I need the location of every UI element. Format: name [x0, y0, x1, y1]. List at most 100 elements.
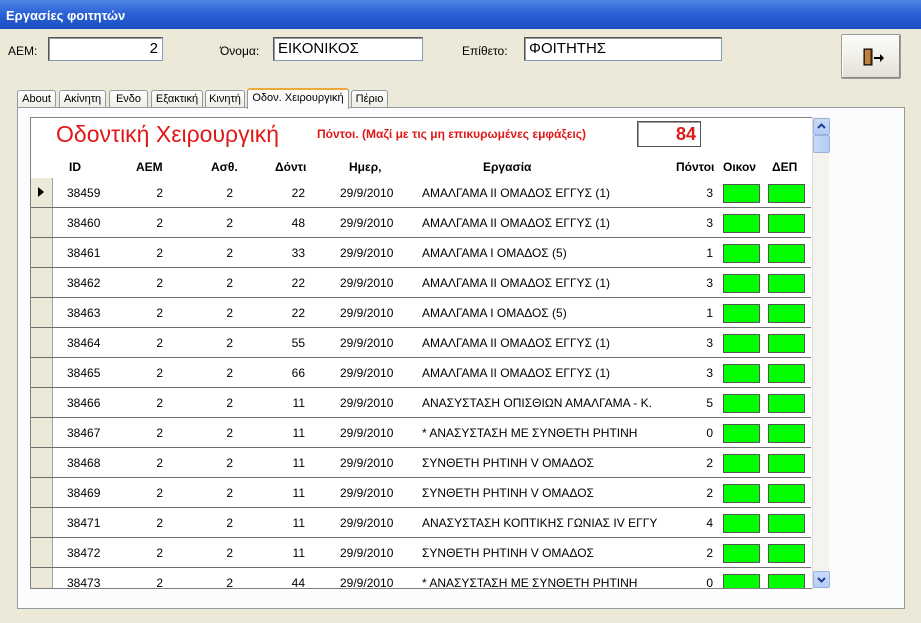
record-selector[interactable]	[31, 418, 53, 447]
cell-id[interactable]: 38460	[67, 216, 100, 230]
cell-points[interactable]: 3	[681, 186, 713, 200]
oikon-checkbox[interactable]	[723, 574, 760, 588]
cell-aem[interactable]: 2	[121, 366, 163, 380]
record-selector[interactable]	[31, 208, 53, 237]
cell-points[interactable]: 1	[681, 246, 713, 260]
cell-tooth[interactable]: 44	[263, 576, 305, 588]
cell-aem[interactable]: 2	[121, 576, 163, 588]
cell-date[interactable]: 29/9/2010	[340, 426, 393, 440]
cell-aem[interactable]: 2	[121, 246, 163, 260]
cell-points[interactable]: 3	[681, 276, 713, 290]
record-selector[interactable]	[31, 568, 53, 588]
cell-patient[interactable]: 2	[191, 546, 233, 560]
cell-aem[interactable]: 2	[121, 426, 163, 440]
table-row[interactable]: 38463 2 2 22 29/9/2010 ΑΜΑΛΓΑΜΑ Ι ΟΜΑΔΟΣ…	[31, 298, 811, 328]
cell-task[interactable]: ΑΝΑΣΥΣΤΑΣΗ ΟΠΙΣΘΙΩΝ ΑΜΑΛΓΑΜΑ - Κ.	[422, 396, 674, 410]
tab-perio[interactable]: Πέριο	[351, 90, 388, 108]
cell-date[interactable]: 29/9/2010	[340, 546, 393, 560]
cell-points[interactable]: 3	[681, 366, 713, 380]
dep-checkbox[interactable]	[768, 334, 805, 353]
cell-tooth[interactable]: 55	[263, 336, 305, 350]
table-row[interactable]: 38471 2 2 11 29/9/2010 ΑΝΑΣΥΣΤΑΣΗ ΚΟΠΤΙΚ…	[31, 508, 811, 538]
cell-id[interactable]: 38466	[67, 396, 100, 410]
tab-endo[interactable]: Ενδο	[109, 90, 148, 108]
cell-tooth[interactable]: 22	[263, 186, 305, 200]
cell-tooth[interactable]: 11	[263, 396, 305, 410]
record-selector[interactable]	[31, 448, 53, 477]
tab-exaktiki[interactable]: Εξακτική	[151, 90, 203, 108]
name-field[interactable]: ΕΙΚΟΝΙΚΟΣ	[273, 37, 423, 61]
cell-date[interactable]: 29/9/2010	[340, 366, 393, 380]
points-total-field[interactable]: 84	[637, 121, 701, 147]
cell-patient[interactable]: 2	[191, 246, 233, 260]
tab-akiniti[interactable]: Ακίνητη	[59, 90, 106, 108]
cell-aem[interactable]: 2	[121, 516, 163, 530]
cell-task[interactable]: * ΑΝΑΣΥΣΤΑΣΗ ΜΕ ΣΥΝΘΕΤΗ ΡΗΤΙΝΗ	[422, 576, 674, 588]
cell-id[interactable]: 38471	[67, 516, 100, 530]
table-row[interactable]: 38462 2 2 22 29/9/2010 ΑΜΑΛΓΑΜΑ ΙΙ ΟΜΑΔΟ…	[31, 268, 811, 298]
table-row[interactable]: 38461 2 2 33 29/9/2010 ΑΜΑΛΓΑΜΑ Ι ΟΜΑΔΟΣ…	[31, 238, 811, 268]
cell-date[interactable]: 29/9/2010	[340, 306, 393, 320]
cell-task[interactable]: ΑΜΑΛΓΑΜΑ ΙΙ ΟΜΑΔΟΣ ΕΓΓΥΣ (1)	[422, 186, 674, 200]
cell-id[interactable]: 38462	[67, 276, 100, 290]
oikon-checkbox[interactable]	[723, 394, 760, 413]
record-selector[interactable]	[31, 538, 53, 567]
cell-patient[interactable]: 2	[191, 576, 233, 588]
cell-points[interactable]: 0	[681, 426, 713, 440]
dep-checkbox[interactable]	[768, 214, 805, 233]
cell-patient[interactable]: 2	[191, 276, 233, 290]
cell-task[interactable]: ΑΝΑΣΥΣΤΑΣΗ ΚΟΠΤΙΚΗΣ ΓΩΝΙΑΣ ΙV ΕΓΓΥ	[422, 516, 674, 530]
record-selector[interactable]	[31, 268, 53, 297]
record-selector[interactable]	[31, 358, 53, 387]
cell-id[interactable]: 38472	[67, 546, 100, 560]
dep-checkbox[interactable]	[768, 454, 805, 473]
exit-button[interactable]	[841, 34, 901, 79]
record-selector[interactable]	[31, 238, 53, 267]
cell-points[interactable]: 2	[681, 546, 713, 560]
dep-checkbox[interactable]	[768, 394, 805, 413]
oikon-checkbox[interactable]	[723, 244, 760, 263]
cell-aem[interactable]: 2	[121, 216, 163, 230]
cell-id[interactable]: 38473	[67, 576, 100, 588]
oikon-checkbox[interactable]	[723, 514, 760, 533]
cell-tooth[interactable]: 11	[263, 546, 305, 560]
cell-tooth[interactable]: 11	[263, 486, 305, 500]
cell-points[interactable]: 0	[681, 576, 713, 588]
record-selector[interactable]	[31, 328, 53, 357]
table-row[interactable]: 38467 2 2 11 29/9/2010 * ΑΝΑΣΥΣΤΑΣΗ ΜΕ Σ…	[31, 418, 811, 448]
cell-patient[interactable]: 2	[191, 216, 233, 230]
cell-patient[interactable]: 2	[191, 426, 233, 440]
cell-patient[interactable]: 2	[191, 516, 233, 530]
cell-id[interactable]: 38469	[67, 486, 100, 500]
cell-patient[interactable]: 2	[191, 396, 233, 410]
oikon-checkbox[interactable]	[723, 364, 760, 383]
scroll-up-button[interactable]	[813, 118, 830, 135]
cell-aem[interactable]: 2	[121, 546, 163, 560]
record-selector[interactable]	[31, 298, 53, 327]
cell-tooth[interactable]: 66	[263, 366, 305, 380]
cell-task[interactable]: * ΑΝΑΣΥΣΤΑΣΗ ΜΕ ΣΥΝΘΕΤΗ ΡΗΤΙΝΗ	[422, 426, 674, 440]
record-selector[interactable]	[31, 388, 53, 417]
dep-checkbox[interactable]	[768, 544, 805, 563]
table-row[interactable]: 38473 2 2 44 29/9/2010 * ΑΝΑΣΥΣΤΑΣΗ ΜΕ Σ…	[31, 568, 811, 588]
cell-patient[interactable]: 2	[191, 366, 233, 380]
tab-surgery[interactable]: Οδον. Χειρουργική	[247, 88, 349, 109]
oikon-checkbox[interactable]	[723, 214, 760, 233]
cell-task[interactable]: ΣΥΝΘΕΤΗ ΡΗΤΙΝΗ V ΟΜΑΔΟΣ	[422, 546, 674, 560]
oikon-checkbox[interactable]	[723, 334, 760, 353]
cell-date[interactable]: 29/9/2010	[340, 276, 393, 290]
table-row[interactable]: 38460 2 2 48 29/9/2010 ΑΜΑΛΓΑΜΑ ΙΙ ΟΜΑΔΟ…	[31, 208, 811, 238]
cell-aem[interactable]: 2	[121, 456, 163, 470]
cell-id[interactable]: 38464	[67, 336, 100, 350]
cell-aem[interactable]: 2	[121, 306, 163, 320]
cell-tooth[interactable]: 11	[263, 516, 305, 530]
cell-id[interactable]: 38467	[67, 426, 100, 440]
cell-points[interactable]: 2	[681, 456, 713, 470]
cell-id[interactable]: 38461	[67, 246, 100, 260]
surname-field[interactable]: ΦΟΙΤΗΤΗΣ	[524, 37, 722, 61]
dep-checkbox[interactable]	[768, 484, 805, 503]
oikon-checkbox[interactable]	[723, 304, 760, 323]
cell-date[interactable]: 29/9/2010	[340, 576, 393, 588]
cell-points[interactable]: 3	[681, 216, 713, 230]
cell-aem[interactable]: 2	[121, 396, 163, 410]
